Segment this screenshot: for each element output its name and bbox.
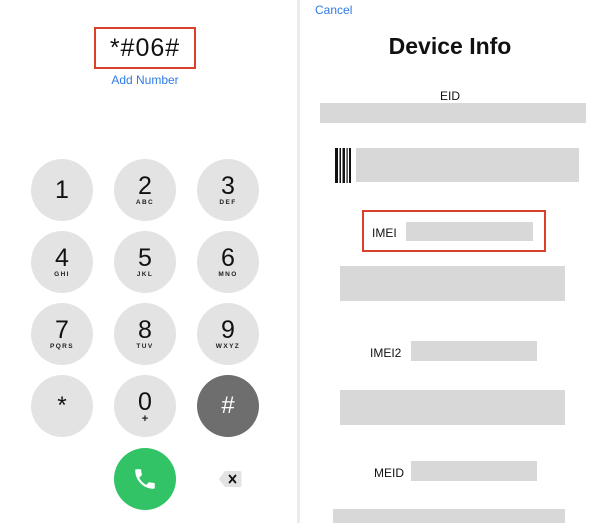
key-digit: 2 (138, 171, 152, 200)
device-info-sheet: Cancel Device Info EID IMEI IMEI2 MEID (300, 0, 600, 523)
imei-value-redacted (406, 222, 533, 241)
key-2[interactable]: 2 ABC (114, 159, 176, 221)
key-digit: 5 (138, 243, 152, 272)
key-digit: 4 (55, 243, 69, 272)
key-letters: PQRS (49, 342, 75, 350)
call-button[interactable] (114, 448, 176, 510)
meid-value-redacted (411, 461, 537, 481)
key-digit: 7 (55, 315, 69, 344)
key-star[interactable]: * (31, 375, 93, 437)
key-letters: + (141, 412, 149, 425)
imei-label: IMEI (372, 226, 397, 240)
key-5[interactable]: 5 JKL (114, 231, 176, 293)
key-letters: GHI (54, 270, 70, 278)
key-digit: 1 (55, 176, 69, 204)
key-3[interactable]: 3 DEF (197, 159, 259, 221)
page-title: Device Info (388, 33, 512, 59)
meid-label: MEID (374, 466, 404, 480)
key-9[interactable]: 9 WXYZ (197, 303, 259, 365)
key-1[interactable]: 1 (31, 159, 93, 221)
cancel-button[interactable]: Cancel (315, 3, 352, 17)
eid-barcode-redacted (356, 148, 579, 182)
backspace-icon (218, 471, 242, 487)
key-digit: 9 (221, 315, 235, 344)
key-hash[interactable]: # (197, 375, 259, 437)
key-digit: 0 (138, 387, 152, 416)
barcode-icon (335, 148, 351, 183)
screen: *#06# Add Number 1 2 ABC 3 DEF 4 GHI 5 J… (0, 0, 600, 523)
key-letters: ABC (135, 198, 155, 206)
key-8[interactable]: 8 TUV (114, 303, 176, 365)
key-letters: TUV (136, 342, 154, 350)
dialed-number-highlight: *#06# (94, 27, 196, 69)
key-digit: 6 (221, 243, 235, 272)
key-letters: JKL (136, 270, 154, 278)
delete-button[interactable] (216, 466, 244, 492)
key-4[interactable]: 4 GHI (31, 231, 93, 293)
key-7[interactable]: 7 PQRS (31, 303, 93, 365)
dialed-number: *#06# (109, 33, 181, 62)
key-letters: MNO (218, 270, 238, 278)
imei2-label: IMEI2 (370, 346, 402, 360)
key-digit: # (221, 392, 235, 419)
eid-label: EID (439, 89, 460, 103)
key-6[interactable]: 6 MNO (197, 231, 259, 293)
meid-barcode-redacted (333, 509, 565, 523)
key-letters: DEF (219, 198, 237, 206)
eid-value-redacted (320, 103, 586, 123)
phone-dialer: *#06# Add Number 1 2 ABC 3 DEF 4 GHI 5 J… (0, 0, 297, 523)
key-digit: * (57, 392, 67, 419)
key-0[interactable]: 0 + (114, 375, 176, 437)
key-digit: 8 (138, 315, 152, 344)
phone-icon (135, 469, 155, 489)
imei2-value-redacted (411, 341, 537, 361)
key-digit: 3 (221, 171, 235, 200)
imei2-barcode-redacted (340, 390, 565, 425)
add-number-link[interactable]: Add Number (95, 73, 195, 87)
key-letters: WXYZ (215, 342, 241, 350)
imei-barcode-redacted (340, 266, 565, 301)
